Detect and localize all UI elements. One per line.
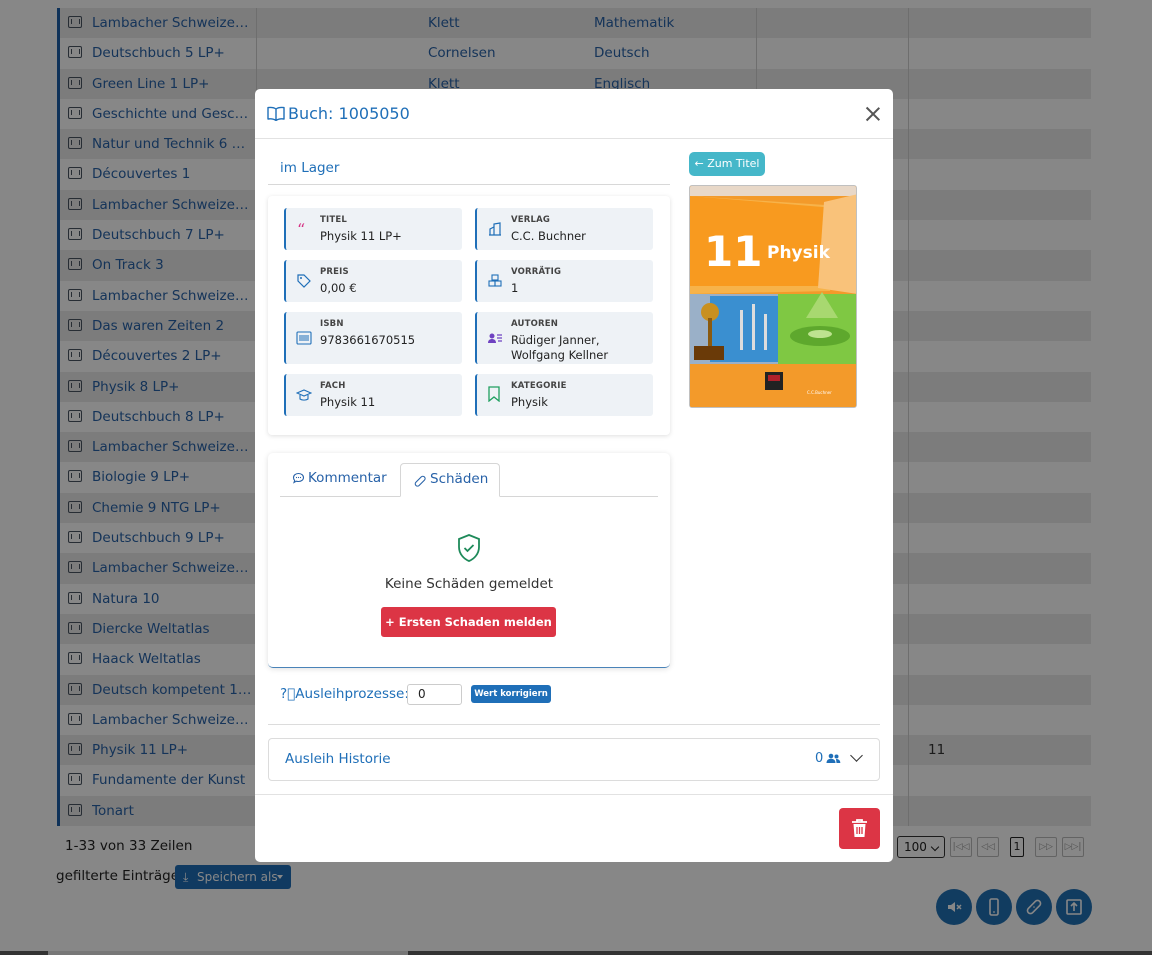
- bottom-scrollbar[interactable]: [0, 951, 1152, 955]
- modal-footer-divider: [255, 794, 893, 795]
- graduation-cap-icon: [296, 389, 312, 401]
- field-fach: FACH Physik 11: [284, 374, 462, 416]
- field-autoren: AUTOREN Rüdiger Janner, Wolfgang Kellner: [475, 312, 653, 364]
- tab-schaeden[interactable]: Schäden: [400, 463, 500, 497]
- bandage-icon: [414, 475, 426, 487]
- barcode-icon: [296, 331, 312, 345]
- field-value: Physik: [511, 395, 548, 409]
- no-damage-text: Keine Schäden gemeldet: [384, 576, 554, 592]
- field-label: AUTOREN: [511, 319, 559, 329]
- history-label: Ausleih Historie: [285, 751, 391, 767]
- field-label: KATEGORIE: [511, 381, 567, 391]
- loan-history-accordion[interactable]: Ausleih Historie 0: [268, 738, 880, 781]
- close-icon[interactable]: [863, 104, 883, 124]
- field-isbn: ISBN 9783661670515: [284, 312, 462, 364]
- loan-count-label: ?⃝Ausleihprozesse:: [280, 686, 409, 702]
- tab-kommentar[interactable]: Kommentar: [292, 470, 387, 486]
- help-circle-icon[interactable]: ?⃝: [280, 686, 295, 702]
- building-icon: [489, 222, 501, 236]
- report-damage-button[interactable]: + Ersten Schaden melden: [381, 607, 556, 637]
- field-verlag: VERLAG C.C. Buchner: [475, 208, 653, 250]
- bookmark-icon: [488, 386, 500, 402]
- field-vorraetig: VORRÄTIG 1: [475, 260, 653, 302]
- open-book-icon: [267, 106, 285, 121]
- loan-label-text: Ausleihprozesse:: [295, 686, 409, 702]
- field-label: TITEL: [320, 215, 347, 225]
- field-value: C.C. Buchner: [511, 229, 586, 243]
- book-cover-image: 11 Physik C.C.Buchner: [689, 185, 857, 408]
- modal-header: Buch: 1005050: [255, 89, 893, 139]
- shield-check-icon: [458, 534, 480, 562]
- price-tag-icon: [297, 274, 311, 288]
- cover-number: 11: [704, 227, 762, 276]
- book-info-panel: “ TITEL Physik 11 LP+ VERLAG C.C. Buchne…: [268, 196, 670, 435]
- modal-title: Buch: 1005050: [288, 104, 410, 123]
- tab-schaeden-label: Schäden: [430, 471, 489, 487]
- field-kategorie: KATEGORIE Physik: [475, 374, 653, 416]
- delete-button[interactable]: [839, 808, 880, 849]
- boxes-icon: [488, 274, 502, 287]
- field-value: Physik 11 LP+: [320, 229, 402, 243]
- history-count: 0: [815, 751, 824, 766]
- book-modal: Buch: 1005050 im Lager “ TITEL Physik 11…: [255, 89, 893, 862]
- correct-value-button[interactable]: Wert korrigiern: [471, 685, 551, 703]
- field-value: 9783661670515: [320, 333, 416, 347]
- svg-text:“: “: [297, 223, 305, 235]
- back-to-title-button[interactable]: ← Zum Titel: [689, 152, 765, 176]
- field-titel: “ TITEL Physik 11 LP+: [284, 208, 462, 250]
- field-label: ISBN: [320, 319, 344, 329]
- cover-art: 11 Physik C.C.Buchner: [690, 186, 856, 407]
- tab-kommentar-label: Kommentar: [308, 470, 387, 486]
- cover-publisher: C.C.Buchner: [807, 390, 832, 395]
- status-divider: [268, 184, 670, 185]
- quote-icon: “: [297, 223, 305, 235]
- field-value: 1: [511, 281, 519, 295]
- loan-count-input[interactable]: 0: [407, 684, 462, 705]
- field-value: 0,00 €: [320, 281, 357, 295]
- field-label: PREIS: [320, 267, 349, 277]
- field-preis: PREIS 0,00 €: [284, 260, 462, 302]
- chevron-down-icon[interactable]: [850, 749, 863, 762]
- comment-icon: [292, 472, 305, 484]
- author-card-icon: [488, 333, 502, 343]
- cover-subject: Physik: [767, 243, 831, 263]
- trash-icon: [852, 819, 867, 837]
- field-label: VORRÄTIG: [511, 267, 562, 277]
- field-value: Rüdiger Janner, Wolfgang Kellner: [511, 333, 609, 362]
- history-divider: [268, 724, 880, 725]
- field-label: VERLAG: [511, 215, 551, 225]
- damage-panel: Kommentar Schäden Keine Schäden gemeldet…: [268, 453, 670, 668]
- field-value: Physik 11: [320, 395, 376, 409]
- status-text: im Lager: [280, 160, 340, 176]
- users-icon: [826, 753, 841, 763]
- field-label: FACH: [320, 381, 346, 391]
